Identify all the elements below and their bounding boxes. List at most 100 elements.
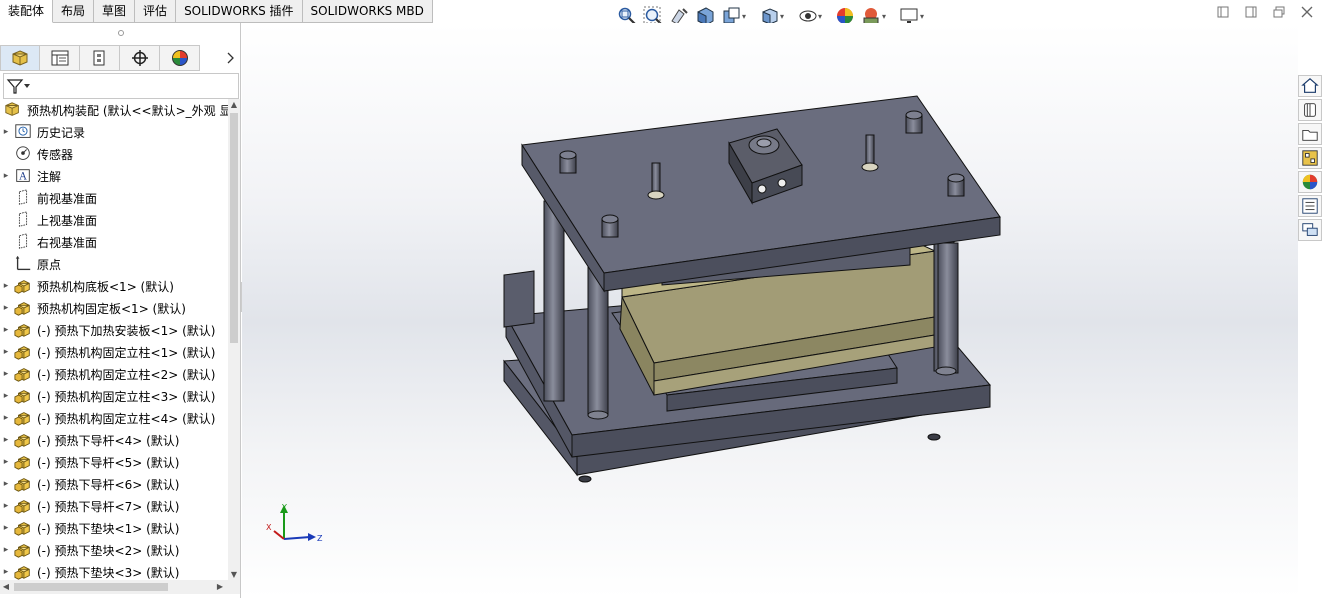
restore-down-right-icon[interactable] xyxy=(1244,6,1258,20)
expand-arrow-icon[interactable]: ▸ xyxy=(0,391,12,401)
configurationmanager-tab[interactable] xyxy=(80,45,120,71)
part-icon-wrap xyxy=(12,387,34,405)
chevron-right-icon xyxy=(227,52,234,64)
filter-button[interactable] xyxy=(6,77,31,95)
annotation-icon-wrap: A xyxy=(12,167,34,185)
plane-icon-wrap xyxy=(12,189,34,207)
caret-down-icon[interactable]: ▾ xyxy=(920,12,928,21)
expand-arrow-icon[interactable]: ▸ xyxy=(0,171,12,181)
view-palette-tab[interactable] xyxy=(1298,147,1322,169)
tree-item[interactable]: ▸ (-) 预热下导杆<6> (默认) xyxy=(0,473,228,495)
part-icon-wrap xyxy=(12,321,34,339)
history-icon-wrap xyxy=(12,123,34,141)
tree-item-label: (-) 预热机构固定立柱<4> (默认) xyxy=(37,411,216,426)
expand-arrow-icon[interactable]: ▸ xyxy=(0,501,12,511)
expand-arrow-icon[interactable]: ▸ xyxy=(0,523,12,533)
tree-item[interactable]: ▸ 预热机构底板<1> (默认) xyxy=(0,275,228,297)
tree-item[interactable]: 传感器 xyxy=(0,143,228,165)
part-icon xyxy=(14,500,30,514)
propertymanager-tab[interactable] xyxy=(40,45,80,71)
scroll-up-icon[interactable]: ▲ xyxy=(228,99,240,111)
expand-arrow-icon[interactable]: ▸ xyxy=(0,303,12,313)
panel-splitter-grip[interactable] xyxy=(0,23,241,43)
tree-item[interactable]: ▸ A 注解 xyxy=(0,165,228,187)
expand-arrow-icon[interactable]: ▸ xyxy=(0,479,12,489)
expand-arrow-icon[interactable]: ▸ xyxy=(0,413,12,423)
tree-item[interactable]: ▸ (-) 预热下加热安装板<1> (默认) xyxy=(0,319,228,341)
tree-item-label: (-) 预热机构固定立柱<3> (默认) xyxy=(37,389,216,404)
tree-item[interactable]: ▸ (-) 预热机构固定立柱<3> (默认) xyxy=(0,385,228,407)
expand-arrow-icon[interactable]: ▸ xyxy=(0,567,12,577)
expand-arrow-icon[interactable]: ▸ xyxy=(0,545,12,555)
part-icon xyxy=(14,368,30,382)
featuremanager-tab[interactable] xyxy=(0,45,40,71)
custom-properties-tab[interactable] xyxy=(1298,195,1322,217)
design-library-tab[interactable] xyxy=(1298,99,1322,121)
caret-down-icon[interactable]: ▾ xyxy=(780,12,788,21)
part-icon-wrap xyxy=(12,343,34,361)
tree-vertical-scroll-thumb[interactable] xyxy=(230,113,238,343)
expand-arrow-icon[interactable]: ▸ xyxy=(0,457,12,467)
tree-item[interactable]: ▸ 历史记录 xyxy=(0,121,228,143)
expand-arrow-icon[interactable]: ▸ xyxy=(0,435,12,445)
manager-tabs xyxy=(0,45,241,71)
expand-arrow-icon[interactable]: ▸ xyxy=(0,127,12,137)
command-tab-1[interactable]: 布局 xyxy=(53,0,95,23)
tree-item-label: 预热机构底板<1> (默认) xyxy=(37,279,174,294)
caret-down-icon[interactable]: ▾ xyxy=(742,12,750,21)
tree-horizontal-scrollbar[interactable]: ◀ ▶ xyxy=(0,580,240,594)
graphics-area[interactable]: Y Z X xyxy=(242,23,1298,598)
scroll-left-icon[interactable]: ◀ xyxy=(0,581,12,593)
expand-arrow-icon[interactable]: ▸ xyxy=(0,325,12,335)
caret-down-icon[interactable]: ▾ xyxy=(818,12,826,21)
command-tab-5[interactable]: SOLIDWORKS MBD xyxy=(302,0,433,23)
tree-item[interactable]: ▸ (-) 预热下导杆<7> (默认) xyxy=(0,495,228,517)
appearances-tab[interactable] xyxy=(1298,171,1322,193)
tree-item[interactable]: 原点 xyxy=(0,253,228,275)
restore-down-left-icon[interactable] xyxy=(1216,6,1230,20)
caret-down-icon[interactable]: ▾ xyxy=(882,12,890,21)
expand-arrow-icon[interactable]: ▸ xyxy=(0,369,12,379)
tree-item-label: 历史记录 xyxy=(37,125,86,140)
part-icon-wrap xyxy=(12,541,34,559)
tree-item[interactable]: ▸ 预热机构固定板<1> (默认) xyxy=(0,297,228,319)
command-tab-3[interactable]: 评估 xyxy=(135,0,177,23)
tree-root-assembly[interactable]: 预热机构装配 (默认<<默认>_外观 显 xyxy=(0,99,228,121)
expand-arrow-icon[interactable]: ▸ xyxy=(0,281,12,291)
tree-item[interactable]: ▸ (-) 预热机构固定立柱<1> (默认) xyxy=(0,341,228,363)
home-tab[interactable] xyxy=(1298,75,1322,97)
tree-item-label: (-) 预热机构固定立柱<1> (默认) xyxy=(37,345,216,360)
displaymanager-tab[interactable] xyxy=(160,45,200,71)
tree-filter-bar xyxy=(3,73,239,99)
assembly-model[interactable] xyxy=(242,23,1298,598)
command-tab-2[interactable]: 草图 xyxy=(94,0,136,23)
command-tab-4[interactable]: SOLIDWORKS 插件 xyxy=(176,0,303,23)
tree-item-label: (-) 预热下垫块<2> (默认) xyxy=(37,543,180,558)
tree-item[interactable]: ▸ (-) 预热下导杆<5> (默认) xyxy=(0,451,228,473)
tree-item[interactable]: ▸ (-) 预热下垫块<3> (默认) xyxy=(0,561,228,581)
command-tab-0[interactable]: 装配体 xyxy=(0,0,54,23)
tree-horizontal-scroll-thumb[interactable] xyxy=(14,583,168,591)
assembly-icon xyxy=(5,102,19,116)
manager-tabs-more-button[interactable] xyxy=(200,45,240,71)
forum-tab[interactable] xyxy=(1298,219,1322,241)
file-explorer-tab[interactable] xyxy=(1298,123,1322,145)
tree-item[interactable]: 右视基准面 xyxy=(0,231,228,253)
tree-item[interactable]: ▸ (-) 预热机构固定立柱<2> (默认) xyxy=(0,363,228,385)
tree-vertical-scrollbar[interactable]: ▲ ▼ xyxy=(228,99,240,581)
tree-item[interactable]: ▸ (-) 预热下垫块<1> (默认) xyxy=(0,517,228,539)
expand-arrow-icon[interactable]: ▸ xyxy=(0,347,12,357)
plane-icon xyxy=(18,211,28,227)
tree-item[interactable]: ▸ (-) 预热下垫块<2> (默认) xyxy=(0,539,228,561)
part-icon xyxy=(14,478,30,492)
caret-down-icon xyxy=(24,84,30,88)
tree-item-label: 预热机构装配 (默认<<默认>_外观 显 xyxy=(27,103,228,118)
maximize-icon[interactable] xyxy=(1272,6,1286,20)
tree-item[interactable]: 上视基准面 xyxy=(0,209,228,231)
close-icon[interactable] xyxy=(1300,6,1314,20)
tree-item[interactable]: ▸ (-) 预热下导杆<4> (默认) xyxy=(0,429,228,451)
tree-item[interactable]: ▸ (-) 预热机构固定立柱<4> (默认) xyxy=(0,407,228,429)
scroll-right-icon[interactable]: ▶ xyxy=(214,581,226,593)
dimxpertmanager-tab[interactable] xyxy=(120,45,160,71)
tree-item[interactable]: 前视基准面 xyxy=(0,187,228,209)
